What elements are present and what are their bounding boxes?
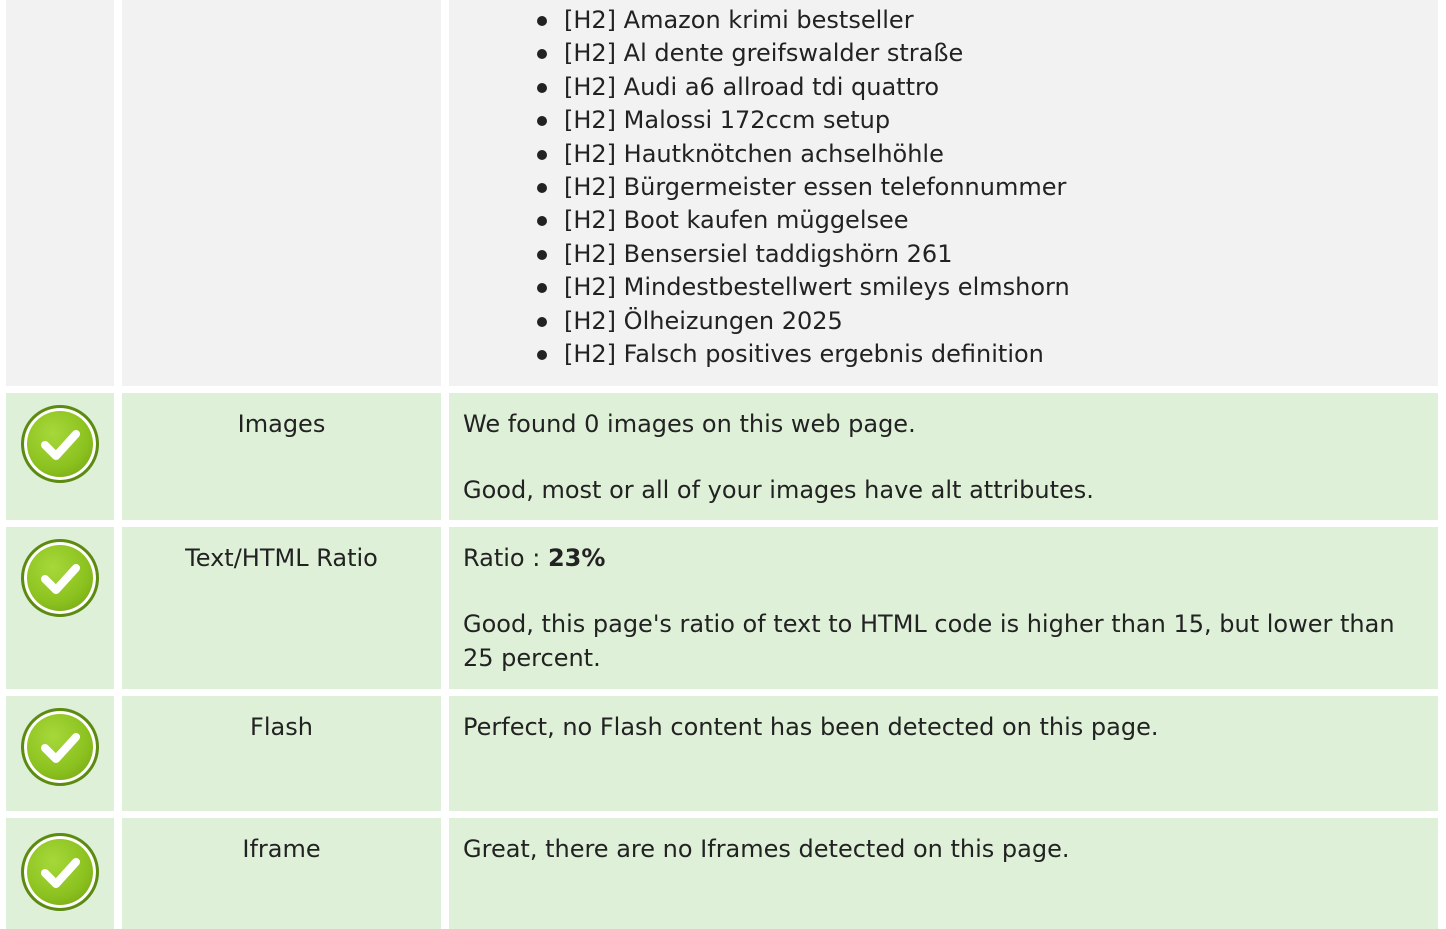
images-count-text: We found 0 images on this web page. — [463, 410, 916, 438]
heading-list-item: [H2] Audi a6 allroad tdi quattro — [537, 71, 1398, 104]
check-circle-icon — [21, 539, 99, 617]
images-alt-text: Good, most or all of your images have al… — [463, 476, 1094, 504]
iframe-row: Iframe Great, there are no Iframes detec… — [6, 818, 1438, 929]
check-circle-icon — [21, 833, 99, 911]
headings-icon-cell — [6, 0, 114, 386]
check-circle-icon — [21, 405, 99, 483]
bullet-icon — [537, 16, 547, 26]
heading-list-item: [H2] Bensersiel taddigshörn 261 — [537, 238, 1398, 271]
headings-label-cell — [122, 0, 441, 386]
heading-list-item: [H2] Falsch positives ergebnis definitio… — [537, 338, 1398, 371]
checkmark-icon — [41, 858, 80, 888]
ratio-value: 23% — [547, 544, 606, 572]
heading-list-item: [H2] Bürgermeister essen telefonnummer — [537, 171, 1398, 204]
heading-list-item: [H2] Hautknötchen achselhöhle — [537, 138, 1398, 171]
heading-list-item: [H2] Boot kaufen müggelsee — [537, 204, 1398, 237]
headings-row: [H2] Amazon krimi bestseller [H2] Al den… — [6, 0, 1438, 386]
flash-text: Perfect, no Flash content has been detec… — [463, 713, 1159, 741]
flash-row: Flash Perfect, no Flash content has been… — [6, 696, 1438, 811]
flash-label: Flash — [250, 713, 313, 741]
images-label: Images — [237, 410, 326, 438]
ratio-label: Text/HTML Ratio — [185, 544, 378, 572]
headings-content-cell: [H2] Amazon krimi bestseller [H2] Al den… — [449, 0, 1438, 386]
ratio-description: Good, this page's ratio of text to HTML … — [463, 610, 1395, 672]
flash-content-cell: Perfect, no Flash content has been detec… — [449, 696, 1438, 811]
ratio-label-cell: Text/HTML Ratio — [122, 527, 441, 689]
heading-list-item: [H2] Al dente greifswalder straße — [537, 37, 1398, 70]
iframe-text: Great, there are no Iframes detected on … — [463, 835, 1070, 863]
bullet-icon — [537, 82, 547, 93]
bullet-icon — [537, 216, 547, 227]
bullet-icon — [537, 349, 547, 360]
bullet-icon — [537, 149, 547, 160]
seo-report: [H2] Amazon krimi bestseller [H2] Al den… — [0, 0, 1446, 929]
bullet-icon — [537, 49, 547, 60]
ratio-text: Ratio : 23% — [463, 544, 606, 572]
checkmark-icon — [41, 564, 80, 594]
images-label-cell: Images — [122, 393, 441, 520]
heading-list-item: [H2] Malossi 172ccm setup — [537, 104, 1398, 137]
headings-list: [H2] Amazon krimi bestseller [H2] Al den… — [449, 4, 1398, 371]
bullet-icon — [537, 283, 547, 294]
images-row: Images We found 0 images on this web pag… — [6, 393, 1438, 520]
ratio-row: Text/HTML Ratio Ratio : 23% Good, this p… — [6, 527, 1438, 689]
bullet-icon — [537, 249, 547, 260]
bullet-icon — [537, 182, 547, 193]
heading-list-item: [H2] Ölheizungen 2025 — [537, 305, 1398, 338]
images-icon-cell — [6, 393, 114, 520]
ratio-icon-cell — [6, 527, 114, 689]
iframe-icon-cell — [6, 818, 114, 929]
flash-label-cell: Flash — [122, 696, 441, 811]
checkmark-icon — [41, 733, 80, 763]
iframe-label: Iframe — [242, 835, 321, 863]
bullet-icon — [537, 316, 547, 327]
iframe-label-cell: Iframe — [122, 818, 441, 929]
bullet-icon — [537, 116, 547, 127]
iframe-content-cell: Great, there are no Iframes detected on … — [449, 818, 1438, 929]
flash-icon-cell — [6, 696, 114, 811]
check-circle-icon — [21, 708, 99, 786]
ratio-content-cell: Ratio : 23% Good, this page's ratio of t… — [449, 527, 1438, 689]
heading-list-item: [H2] Mindestbestellwert smileys elmshorn — [537, 271, 1398, 304]
images-content-cell: We found 0 images on this web page. Good… — [449, 393, 1438, 520]
checkmark-icon — [41, 430, 80, 460]
heading-list-item: [H2] Amazon krimi bestseller — [537, 4, 1398, 37]
